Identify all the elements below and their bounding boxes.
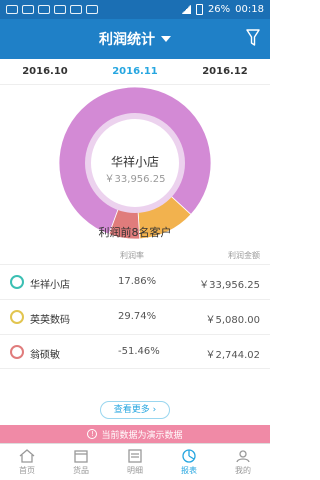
signal-icon <box>180 5 191 14</box>
tab-goods-label: 货品 <box>73 465 89 475</box>
tab-month-prev[interactable]: 2016.10 <box>0 59 90 84</box>
row-color-dot <box>10 310 24 324</box>
demo-notice: ! 当前数据为演示数据 <box>0 425 270 443</box>
chevron-right-icon: › <box>152 405 157 415</box>
month-tabs: 2016.10 2016.11 2016.12 <box>0 59 270 85</box>
row-name: 翁硕敏 <box>30 350 60 361</box>
row-amount: ￥5,080.00 <box>205 315 260 326</box>
tab-home-label: 首页 <box>19 465 35 475</box>
image-icon <box>22 5 34 14</box>
see-more-button[interactable]: 查看更多 › <box>100 401 170 419</box>
header-amount: 利润金额 <box>228 251 260 260</box>
see-more-label: 查看更多 <box>113 405 150 415</box>
demo-notice-text: 当前数据为演示数据 <box>101 430 183 441</box>
battery-percent: 26% <box>207 4 231 15</box>
row-rate: -51.46% <box>118 346 160 357</box>
warning-icon: ! <box>87 429 98 439</box>
donut-center-amount: ￥33,956.25 <box>104 174 166 185</box>
notification-icon <box>6 5 18 14</box>
chart-caption: 利润前8名客户 <box>98 226 172 239</box>
table-row[interactable]: 华祥小店 17.86% ￥33,956.25 <box>0 264 270 299</box>
table-row[interactable]: 英英数码 29.74% ￥5,080.00 <box>0 299 270 334</box>
row-color-dot <box>10 275 24 289</box>
tab-details-label: 明细 <box>127 465 143 475</box>
header-rate: 利润率 <box>120 251 144 260</box>
list-icon <box>128 448 142 463</box>
clock: 00:18 <box>235 4 264 15</box>
tab-home[interactable]: 首页 <box>0 444 54 480</box>
tab-reports-label: 报表 <box>181 465 197 475</box>
app-header: 利润统计 <box>0 19 270 59</box>
bottom-nav: 首页 货品 明细 报表 我的 <box>0 443 270 480</box>
tab-reports[interactable]: 报表 <box>162 444 216 480</box>
table-header: 利润率 利润金额 <box>0 246 270 264</box>
row-amount: ￥33,956.25 <box>199 280 260 291</box>
page-title[interactable]: 利润统计 <box>99 29 155 49</box>
donut-center-title: 华祥小店 <box>110 155 159 169</box>
row-name: 华祥小店 <box>30 280 70 291</box>
chat-icon-2 <box>70 5 82 14</box>
user-icon <box>236 449 250 462</box>
goods-icon <box>74 449 88 463</box>
row-amount: ￥2,744.02 <box>205 350 260 361</box>
row-rate: 29.74% <box>118 311 157 322</box>
tab-month-next[interactable]: 2016.12 <box>180 59 270 84</box>
tab-goods[interactable]: 货品 <box>54 444 108 480</box>
email-icon <box>38 5 50 14</box>
battery-icon <box>195 4 203 15</box>
tab-details[interactable]: 明细 <box>108 444 162 480</box>
pie-chart-icon <box>182 448 196 463</box>
status-bar: 26% 00:18 <box>0 0 270 19</box>
row-name: 英英数码 <box>30 315 70 326</box>
filter-icon[interactable] <box>246 29 260 47</box>
tab-mine-label: 我的 <box>235 465 251 475</box>
table-row[interactable]: 翁硕敏 -51.46% ￥2,744.02 <box>0 334 270 369</box>
tab-mine[interactable]: 我的 <box>216 444 270 480</box>
home-icon <box>19 448 35 463</box>
tab-month-current[interactable]: 2016.11 <box>90 59 180 84</box>
row-rate: 17.86% <box>118 276 157 287</box>
row-color-dot <box>10 345 24 359</box>
chevron-down-icon[interactable] <box>161 36 171 42</box>
close-icon <box>86 5 98 14</box>
chat-icon <box>54 5 66 14</box>
